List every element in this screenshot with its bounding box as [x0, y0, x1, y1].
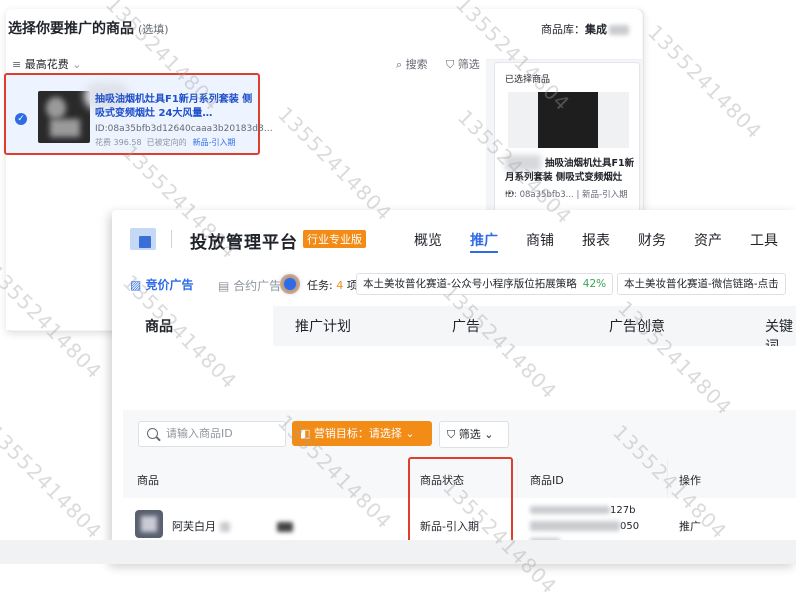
stack-icon: ≡ [12, 58, 22, 71]
chevron-down-icon: ⌄ [405, 427, 415, 440]
watermark: 13552414804 [643, 20, 767, 144]
filter-button[interactable]: ⛉ 筛选 [446, 56, 480, 72]
col-product: 商品 [137, 474, 159, 487]
optional-note: (选填) [138, 23, 169, 36]
nav-reports[interactable]: 报表 [582, 230, 610, 250]
task-indicator-icon[interactable] [280, 274, 300, 294]
edition-badge: 行业专业版 [303, 230, 366, 248]
product-name: 抽吸油烟机灶具F1新月系列套装 侧吸式变频烟灶 24大风量… [95, 94, 253, 119]
filter-icon: ⛉ [446, 58, 455, 71]
filter-dropdown[interactable]: ⛉ 筛选 ⌄ [439, 421, 509, 448]
chevron-down-icon: ⌄ [72, 58, 82, 71]
search-button[interactable]: ⌕ 搜索 [396, 56, 428, 72]
search-icon [147, 428, 158, 439]
task-chip[interactable]: 本土美妆普化赛道-公众号小程序版位拓展策略 42% [356, 273, 614, 295]
watermark: 13552414804 [0, 420, 107, 544]
search-icon: ⌕ [396, 58, 403, 71]
marketing-goal-dropdown[interactable]: ◧ 营销目标：请选择 ⌄ [292, 421, 432, 446]
nav-store[interactable]: 商铺 [526, 230, 554, 250]
divider [171, 230, 172, 248]
selected-thumbnail [508, 92, 629, 148]
tab-ads[interactable]: 广告 [452, 316, 480, 336]
document-icon: ▤ [218, 279, 230, 293]
tab-bidding-ads[interactable]: ▨ 竞价广告 [130, 276, 194, 293]
dialog-title: 选择你要推广的商品 (选填) [8, 21, 169, 37]
target-icon: ◧ [300, 427, 311, 440]
product-library-selector[interactable]: 商品库：集成 [541, 21, 629, 37]
task-count: 任务: 4 项 [307, 279, 358, 292]
nav-promotion[interactable]: 推广 [470, 230, 498, 250]
tab-contract-ads[interactable]: ▤ 合约广告 [218, 277, 281, 294]
task-chip[interactable]: 本土美妆普化赛道-微信链路-点击 [617, 273, 786, 295]
content-area [123, 346, 796, 410]
product-thumbnail [135, 510, 163, 538]
product-thumbnail [38, 91, 90, 143]
tab-creatives[interactable]: 广告创意 [609, 316, 665, 336]
page-footer-strip [0, 540, 796, 564]
app-title: 投放管理平台 [190, 233, 298, 253]
product-id: ID:08a35bfb3d12640caaa3b20183d8… [95, 124, 273, 134]
selected-product-id: ID: 08a35bfb3... | 新品-引入期 [505, 190, 628, 200]
nav-active-underline [470, 251, 498, 253]
col-id: 商品ID [530, 474, 564, 487]
status-column-highlight [408, 457, 513, 545]
filter-icon: ⛉ [447, 428, 456, 441]
product-id-search[interactable]: 请输入商品ID [138, 421, 286, 447]
product-meta: 花费 396.58 已被定向的 新品-引入期 [95, 138, 236, 147]
nav-overview[interactable]: 概览 [414, 230, 442, 250]
product-name: 阿芙白月 [172, 518, 293, 534]
nav-finance[interactable]: 财务 [638, 230, 666, 250]
chart-icon: ▨ [130, 278, 142, 292]
app-logo [130, 228, 156, 250]
nav-tools[interactable]: 工具 [750, 230, 778, 250]
col-action: 操作 [679, 474, 701, 487]
check-icon[interactable]: ✓ [15, 113, 27, 125]
chevron-down-icon: ⌄ [484, 428, 494, 441]
sort-dropdown[interactable]: ≡ 最高花费 ⌄ [12, 56, 81, 72]
product-tag: 新品-引入期 [192, 138, 236, 147]
selected-title: 已选择商品 [505, 75, 551, 85]
tab-products[interactable]: 商品 [145, 316, 173, 336]
tab-campaigns[interactable]: 推广计划 [295, 316, 351, 336]
nav-assets[interactable]: 资产 [694, 230, 722, 250]
promote-link[interactable]: 推广 [679, 518, 701, 534]
